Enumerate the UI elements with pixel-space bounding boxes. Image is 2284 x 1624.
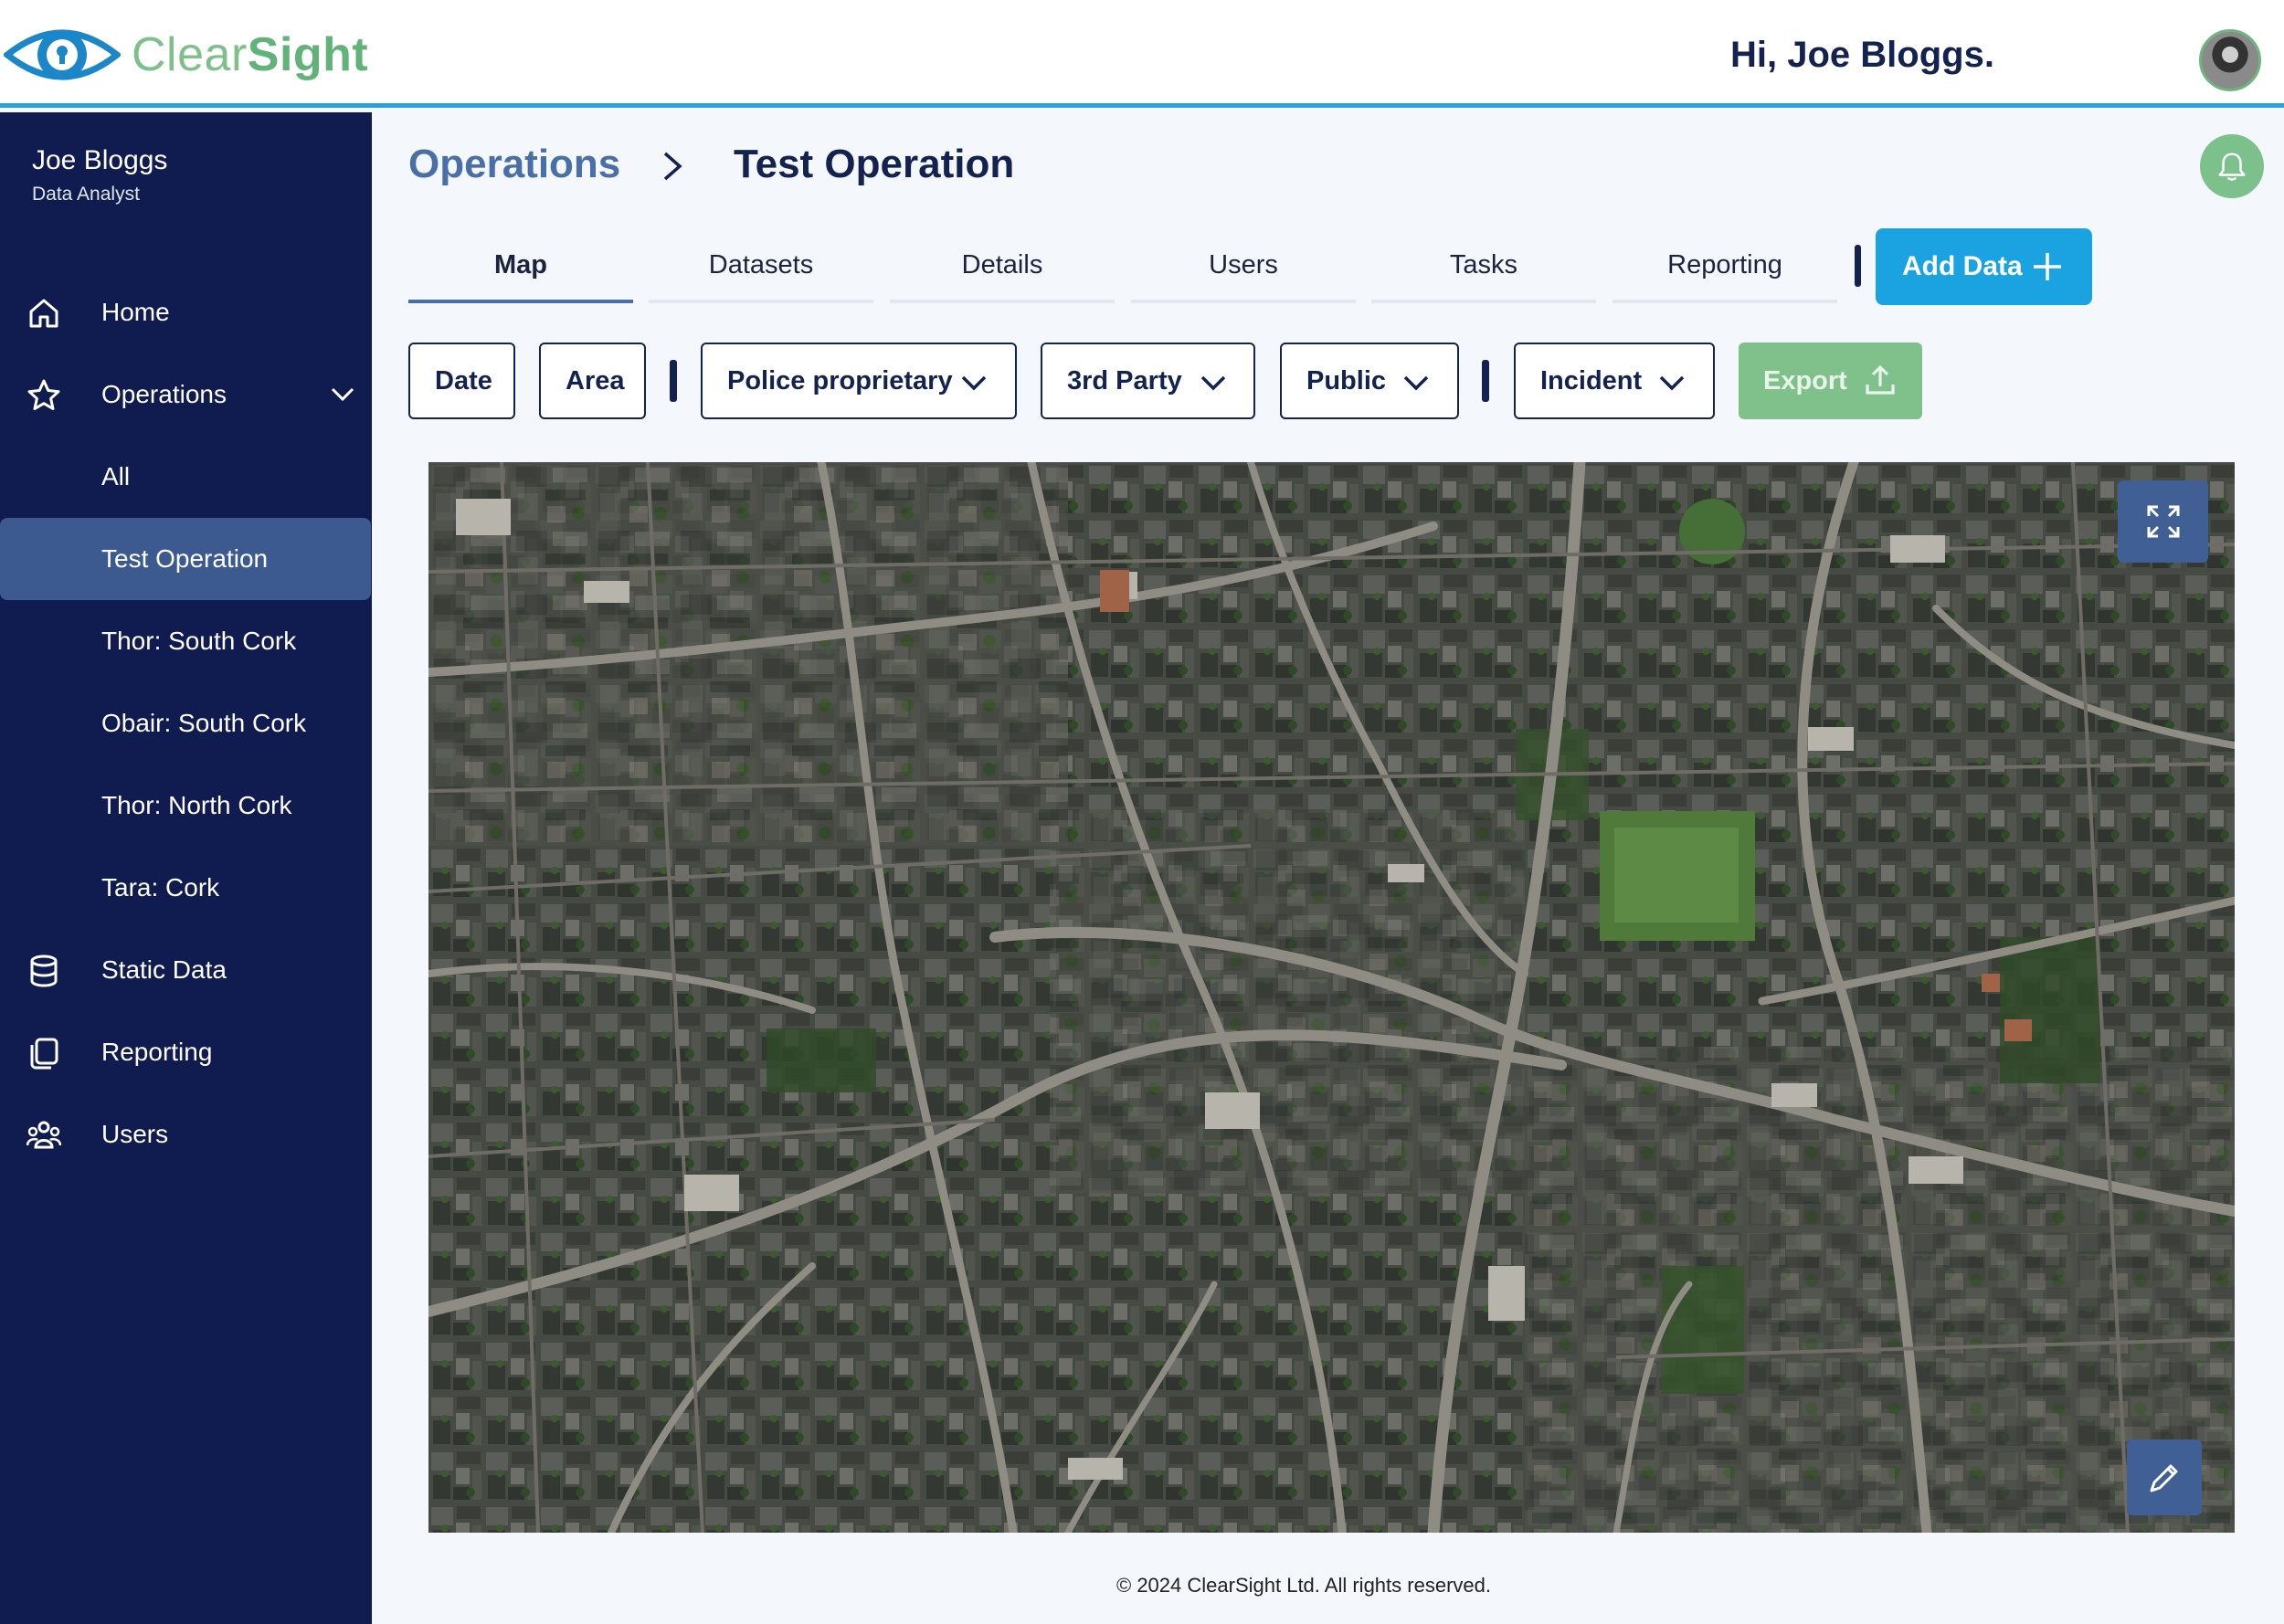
footer-copyright: © 2024 ClearSight Ltd. All rights reserv… <box>1116 1574 1491 1597</box>
notifications-button[interactable] <box>2200 134 2264 198</box>
user-avatar[interactable] <box>2199 29 2261 91</box>
sidebar-subitem-all[interactable]: All <box>0 436 372 518</box>
home-icon <box>29 299 58 328</box>
aerial-imagery <box>428 462 2235 1533</box>
tab-map[interactable]: Map <box>408 230 633 303</box>
star-icon <box>27 379 60 410</box>
sidebar-item-label: Users <box>101 1120 169 1148</box>
sidebar-item-label: All <box>101 462 131 490</box>
add-data-button[interactable]: Add Data <box>1876 228 2092 305</box>
page-title: Test Operation <box>734 142 1015 186</box>
third-party-label: 3rd Party <box>1067 365 1182 395</box>
chevron-down-icon <box>1659 375 1685 391</box>
brand-name-clear: Clear <box>132 28 248 81</box>
sidebar-item-label: Reporting <box>101 1038 213 1066</box>
sidebar-user-name: Joe Bloggs <box>32 145 168 175</box>
plus-icon <box>2034 253 2061 280</box>
third-party-dropdown[interactable]: 3rd Party <box>1041 343 1255 419</box>
police-proprietary-dropdown[interactable]: Police proprietary <box>701 343 1017 419</box>
sidebar-item-operations[interactable]: Operations <box>0 353 372 436</box>
sidebar-item-static-data[interactable]: Static Data <box>0 929 372 1011</box>
clearsight-logo[interactable]: ClearSight <box>4 16 368 93</box>
sidebar-item-reporting[interactable]: Reporting <box>0 1011 372 1093</box>
tab-details[interactable]: Details <box>890 230 1115 303</box>
tab-tasks[interactable]: Tasks <box>1371 230 1596 303</box>
police-proprietary-label: Police proprietary <box>727 365 953 395</box>
sidebar-item-label: Home <box>101 298 170 326</box>
sidebar-item-label: Static Data <box>101 955 227 984</box>
tab-reporting[interactable]: Reporting <box>1613 230 1837 303</box>
tab-divider <box>1855 245 1861 287</box>
eye-logo-icon <box>4 29 121 80</box>
sidebar-item-label: Obair: South Cork <box>101 709 307 737</box>
chevron-down-icon <box>961 375 987 391</box>
sidebar-item-users[interactable]: Users <box>0 1093 372 1176</box>
top-header: ClearSight Hi, Joe Bloggs. <box>0 0 2284 108</box>
chevron-down-icon[interactable] <box>327 379 358 410</box>
breadcrumb-operations-link[interactable]: Operations <box>408 142 620 187</box>
area-filter-label: Area <box>566 365 625 395</box>
fullscreen-button[interactable] <box>2118 480 2208 563</box>
sidebar-user-role: Data Analyst <box>32 184 140 205</box>
bell-icon <box>2218 153 2246 181</box>
edit-map-button[interactable] <box>2127 1439 2202 1515</box>
sidebar-subitem-thor-north-cork[interactable]: Thor: North Cork <box>0 765 372 847</box>
export-button[interactable]: Export <box>1739 343 1922 419</box>
database-icon <box>30 954 58 987</box>
chevron-right-icon <box>663 152 682 181</box>
filter-divider <box>1482 360 1489 402</box>
public-dropdown[interactable]: Public <box>1280 343 1459 419</box>
filter-divider <box>670 360 677 402</box>
sidebar-item-home[interactable]: Home <box>0 271 372 353</box>
incident-dropdown[interactable]: Incident <box>1514 343 1715 419</box>
sidebar-item-label: Operations <box>101 380 227 408</box>
add-data-label: Add Data <box>1902 251 2023 281</box>
sidebar-item-label: Test Operation <box>101 544 269 573</box>
chevron-down-icon <box>1403 375 1429 391</box>
users-icon <box>26 1121 61 1149</box>
tab-datasets[interactable]: Datasets <box>649 230 873 303</box>
tab-users[interactable]: Users <box>1131 230 1356 303</box>
sidebar-item-label: Tara: Cork <box>101 873 220 902</box>
date-filter-label: Date <box>435 365 492 395</box>
sidebar-subitem-thor-south-cork[interactable]: Thor: South Cork <box>0 600 372 682</box>
sidebar-subitem-tara-cork[interactable]: Tara: Cork <box>0 847 372 929</box>
satellite-map[interactable] <box>428 462 2235 1533</box>
sidebar-item-label: Thor: North Cork <box>101 791 292 819</box>
sidebar-subitem-test-operation[interactable]: Test Operation <box>0 518 371 600</box>
expand-icon <box>2147 505 2179 538</box>
public-label: Public <box>1306 365 1387 395</box>
sidebar: Joe Bloggs Data Analyst Home Operations … <box>0 112 372 1624</box>
pencil-icon <box>2150 1464 2178 1492</box>
export-label: Export <box>1763 365 1847 395</box>
incident-label: Incident <box>1540 365 1643 395</box>
upload-icon <box>1866 364 1895 395</box>
date-filter-button[interactable]: Date <box>408 343 515 419</box>
chevron-down-icon <box>1200 375 1226 391</box>
documents-icon <box>30 1038 58 1070</box>
sidebar-subitem-obair-south-cork[interactable]: Obair: South Cork <box>0 682 372 765</box>
brand-name-sight: Sight <box>247 28 369 81</box>
sidebar-item-label: Thor: South Cork <box>101 627 297 655</box>
area-filter-button[interactable]: Area <box>539 343 646 419</box>
greeting-text: Hi, Joe Bloggs. <box>1730 35 1994 75</box>
